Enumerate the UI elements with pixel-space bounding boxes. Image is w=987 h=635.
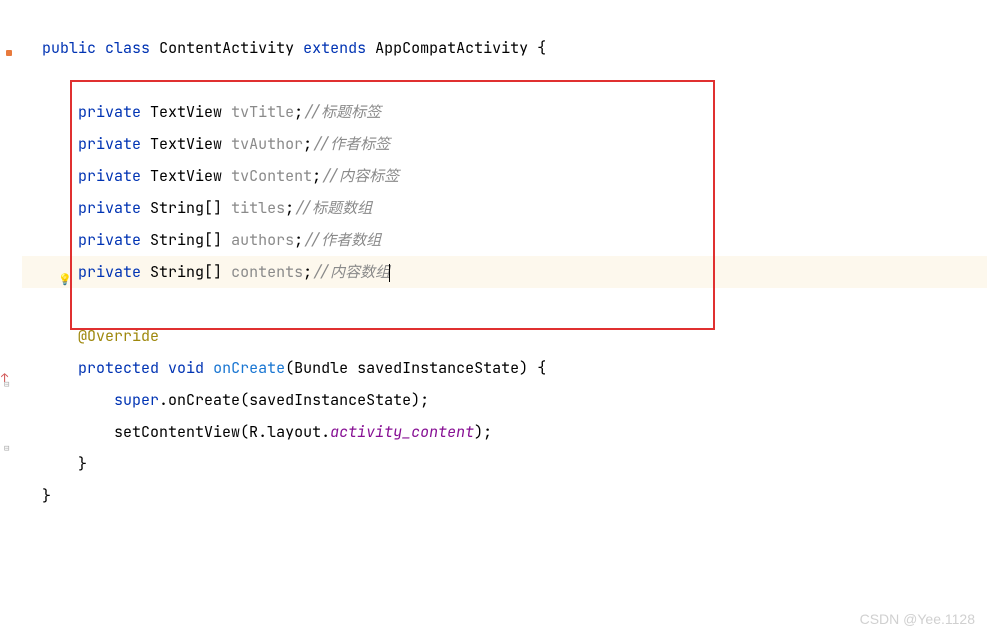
field-name: tvAuthor xyxy=(231,134,303,154)
class-name: ContentActivity xyxy=(159,38,294,58)
field-declaration[interactable]: private TextView tvTitle;//标题标签 xyxy=(22,96,987,128)
code-line[interactable] xyxy=(22,64,987,96)
r-class: R xyxy=(249,422,258,442)
keyword-class: class xyxy=(105,38,150,58)
keyword-private: private xyxy=(78,166,141,186)
method-name: onCreate xyxy=(213,358,285,378)
text-cursor xyxy=(389,264,390,282)
code-line[interactable] xyxy=(22,288,987,320)
fold-icon[interactable]: ⊟ xyxy=(4,442,9,454)
field-declaration[interactable]: private TextView tvContent;//内容标签 xyxy=(22,160,987,192)
brace: { xyxy=(537,358,546,378)
brace: { xyxy=(537,38,546,58)
argument: savedInstanceState xyxy=(249,390,411,410)
field-declaration[interactable]: private String[] authors;//作者数组 xyxy=(22,224,987,256)
annotation: @Override xyxy=(78,326,159,346)
close-brace-line[interactable]: } xyxy=(22,448,987,480)
semicolon: ; xyxy=(285,198,294,218)
keyword-super: super xyxy=(114,390,159,410)
type: String[] xyxy=(150,230,222,250)
layout: layout xyxy=(267,422,321,442)
dot: . xyxy=(159,390,168,410)
class-declaration[interactable]: public class ContentActivity extends App… xyxy=(22,32,987,64)
paren-semi: ); xyxy=(411,390,429,410)
type: TextView xyxy=(150,102,222,122)
comment: //内容数组 xyxy=(312,262,390,282)
paren: ( xyxy=(240,422,249,442)
fold-icon[interactable]: ⊟ xyxy=(4,378,9,390)
method-call-line[interactable]: setContentView(R.layout.activity_content… xyxy=(22,416,987,448)
field-declaration[interactable]: private String[] titles;//标题数组 xyxy=(22,192,987,224)
keyword-private: private xyxy=(78,102,141,122)
field-name: tvTitle xyxy=(231,102,294,122)
keyword-extends: extends xyxy=(303,38,366,58)
semicolon: ; xyxy=(303,262,312,282)
paren: ( xyxy=(240,390,249,410)
dot: . xyxy=(258,422,267,442)
field-declaration[interactable]: private TextView tvAuthor;//作者标签 xyxy=(22,128,987,160)
field-declaration[interactable]: private String[] contents;//内容数组 xyxy=(22,256,987,288)
comment: //标题标签 xyxy=(303,102,381,122)
type: TextView xyxy=(150,166,222,186)
comment: //标题数组 xyxy=(294,198,372,218)
code-line[interactable] xyxy=(22,0,987,32)
field-name: titles xyxy=(231,198,285,218)
dot: . xyxy=(321,422,330,442)
comment: //内容标签 xyxy=(321,166,399,186)
param-name: savedInstanceState xyxy=(357,358,519,378)
brace: } xyxy=(42,486,51,506)
paren: ) xyxy=(519,358,528,378)
keyword-protected: protected xyxy=(78,358,159,378)
semicolon: ; xyxy=(294,230,303,250)
type: TextView xyxy=(150,134,222,154)
field-name: authors xyxy=(231,230,294,250)
parent-class: AppCompatActivity xyxy=(375,38,528,58)
keyword-private: private xyxy=(78,262,141,282)
keyword-private: private xyxy=(78,198,141,218)
annotation-line[interactable]: @Override xyxy=(22,320,987,352)
param-type: Bundle xyxy=(294,358,348,378)
paren-semi: ); xyxy=(474,422,492,442)
field-name: contents xyxy=(231,262,303,282)
type: String[] xyxy=(150,262,222,282)
type: String[] xyxy=(150,198,222,218)
keyword-private: private xyxy=(78,230,141,250)
semicolon: ; xyxy=(312,166,321,186)
field-name: tvContent xyxy=(231,166,312,186)
semicolon: ; xyxy=(303,134,312,154)
super-call[interactable]: super.onCreate(savedInstanceState); xyxy=(22,384,987,416)
close-brace-line[interactable]: } xyxy=(22,480,987,512)
comment: //作者数组 xyxy=(303,230,381,250)
keyword-private: private xyxy=(78,134,141,154)
comment: //作者标签 xyxy=(312,134,390,154)
editor-gutter: ↑ ⊟ ⊟ xyxy=(0,0,20,635)
semicolon: ; xyxy=(294,102,303,122)
method-declaration[interactable]: protected void onCreate(Bundle savedInst… xyxy=(22,352,987,384)
method-call: setContentView xyxy=(114,422,240,442)
keyword-public: public xyxy=(42,38,96,58)
keyword-void: void xyxy=(168,358,204,378)
method-call: onCreate xyxy=(168,390,240,410)
watermark: CSDN @Yee.1128 xyxy=(860,611,975,627)
intention-bulb-icon[interactable]: 💡 xyxy=(58,273,72,287)
paren: ( xyxy=(285,358,294,378)
gutter-marker-icon xyxy=(6,50,12,56)
resource-id: activity_content xyxy=(330,422,474,442)
code-editor[interactable]: public class ContentActivity extends App… xyxy=(22,0,987,512)
brace: } xyxy=(78,454,87,474)
